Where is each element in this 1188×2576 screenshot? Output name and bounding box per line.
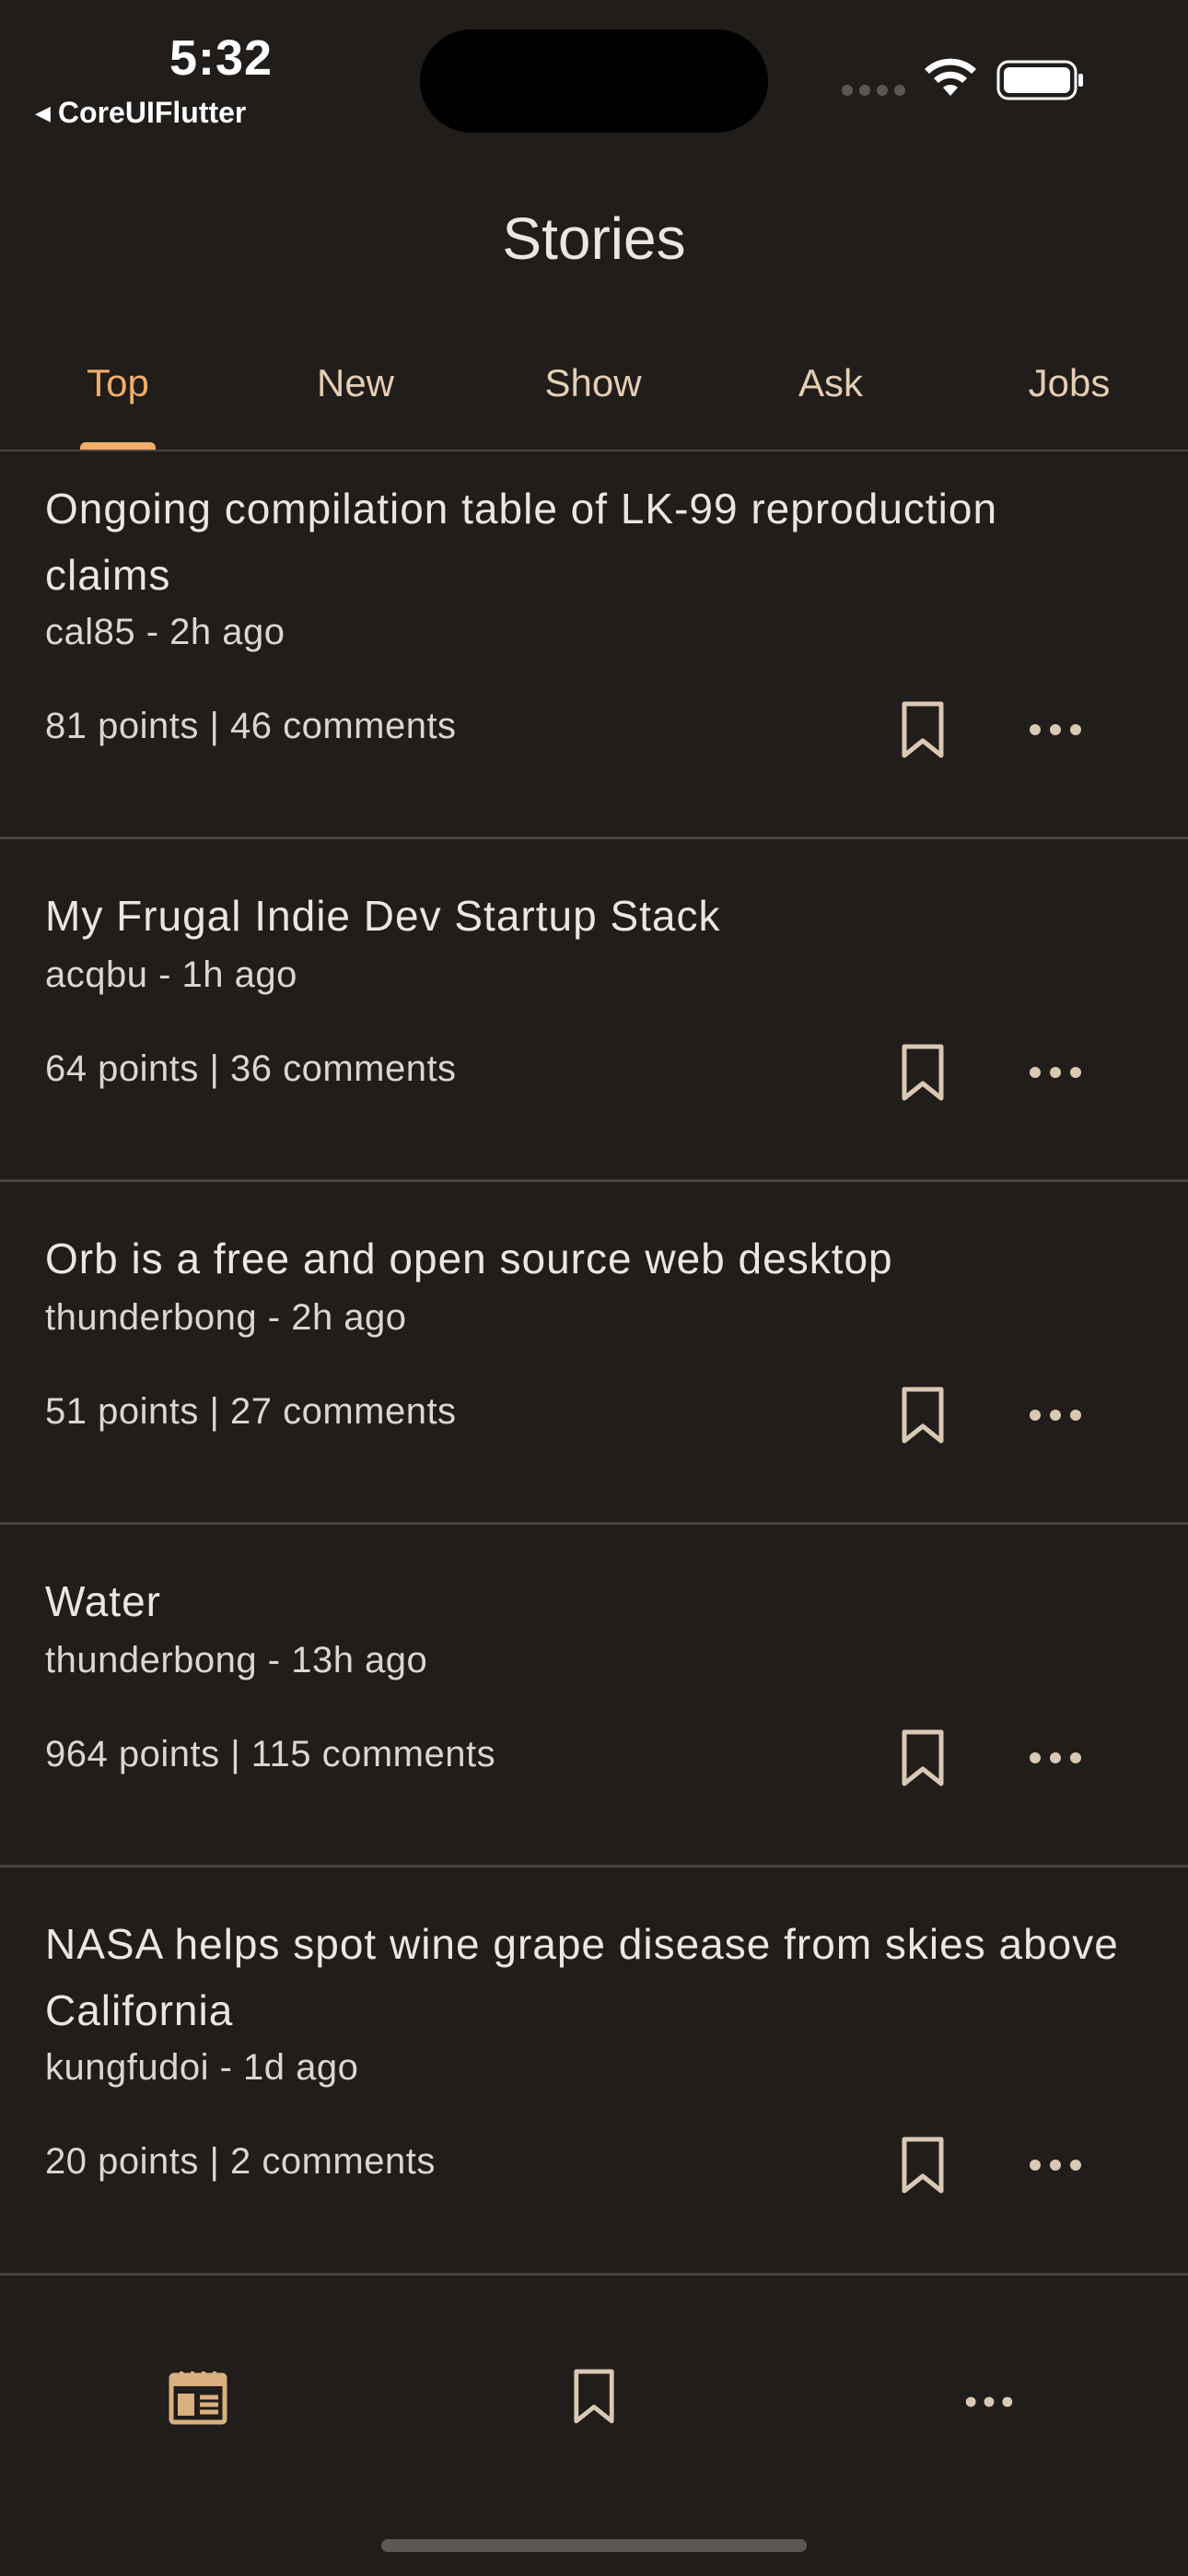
tab-top[interactable]: Top — [87, 361, 149, 405]
status-bar: 5:32 ◀ CoreUIFlutter — [0, 0, 1188, 147]
cellular-signal-icon — [842, 85, 905, 96]
story-meta: thunderbong - 2h ago — [45, 1297, 407, 1338]
battery-icon — [996, 60, 1083, 100]
back-triangle-icon: ◀ — [35, 100, 51, 124]
bottom-navigation — [0, 2276, 1188, 2576]
story-tabs: Top New Show Ask Jobs — [0, 345, 1188, 451]
story-stats: 81 points | 46 comments — [45, 706, 457, 746]
page-title: Stories — [502, 205, 686, 272]
back-app-label: CoreUIFlutter — [57, 96, 247, 129]
tab-show[interactable]: Show — [544, 361, 641, 405]
story-meta: thunderbong - 13h ago — [45, 1640, 428, 1680]
bookmark-icon[interactable] — [899, 700, 947, 759]
more-options-icon[interactable] — [1028, 1406, 1083, 1424]
more-options-icon[interactable] — [1028, 2156, 1083, 2174]
story-title[interactable]: NASA helps spot wine grape disease from … — [45, 1911, 1132, 2043]
more-options-icon[interactable] — [1028, 720, 1083, 739]
story-meta: acqbu - 1h ago — [45, 954, 297, 995]
bookmark-icon[interactable] — [899, 1386, 947, 1445]
more-icon[interactable] — [963, 2394, 1015, 2410]
dynamic-island — [420, 29, 768, 133]
back-to-app-link[interactable]: ◀ CoreUIFlutter — [35, 96, 246, 130]
story-meta: cal85 - 2h ago — [45, 612, 285, 652]
story-item[interactable]: NASA helps spot wine grape disease from … — [0, 1868, 1188, 2273]
tab-ask[interactable]: Ask — [798, 361, 863, 405]
story-title[interactable]: Water — [45, 1568, 1132, 1634]
more-options-icon[interactable] — [1028, 1749, 1083, 1767]
bookmark-icon[interactable] — [899, 1043, 947, 1102]
story-item[interactable]: Orb is a free and open source web deskto… — [0, 1182, 1188, 1523]
app-screen: 5:32 ◀ CoreUIFlutter Stories Top New Sho… — [0, 0, 1188, 2576]
status-time: 5:32 — [169, 30, 274, 86]
wifi-icon — [925, 58, 976, 96]
bookmark-icon[interactable] — [571, 2368, 617, 2425]
story-title[interactable]: Orb is a free and open source web deskto… — [45, 1225, 1132, 1292]
story-title[interactable]: Ongoing compilation table of LK-99 repro… — [45, 475, 1132, 608]
story-stats: 20 points | 2 comments — [45, 2141, 436, 2182]
home-indicator[interactable] — [381, 2539, 807, 2552]
bookmark-icon[interactable] — [899, 1728, 947, 1787]
story-item[interactable]: Water thunderbong - 13h ago 964 points |… — [0, 1525, 1188, 1866]
bookmark-icon[interactable] — [899, 2136, 947, 2195]
story-stats: 51 points | 27 comments — [45, 1391, 457, 1432]
story-item[interactable]: Ongoing compilation table of LK-99 repro… — [0, 451, 1188, 838]
story-stats: 64 points | 36 comments — [45, 1048, 457, 1089]
tab-new[interactable]: New — [317, 361, 394, 405]
story-title[interactable]: My Frugal Indie Dev Startup Stack — [45, 883, 1132, 949]
more-options-icon[interactable] — [1028, 1063, 1083, 1082]
story-stats: 964 points | 115 comments — [45, 1734, 496, 1774]
tab-jobs[interactable]: Jobs — [1029, 361, 1111, 405]
newspaper-icon[interactable] — [169, 2370, 227, 2425]
story-item[interactable]: My Frugal Indie Dev Startup Stack acqbu … — [0, 839, 1188, 1180]
story-meta: kungfudoi - 1d ago — [45, 2047, 359, 2088]
